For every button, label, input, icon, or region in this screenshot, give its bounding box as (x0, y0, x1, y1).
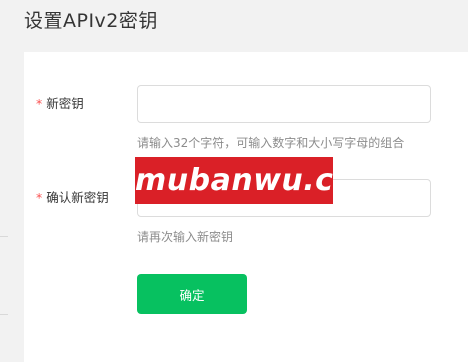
rail-divider (0, 236, 8, 237)
confirm-key-label: * 确认新密钥 (36, 189, 109, 207)
rail-divider (0, 314, 8, 315)
confirm-key-hint: 请再次输入新密钥 (137, 230, 234, 244)
new-key-hint: 请输入32个字符，可输入数字和大小写字母的组合 (137, 136, 405, 150)
confirm-button[interactable]: 确定 (137, 274, 247, 314)
required-mark: * (36, 190, 43, 205)
watermark-banner: mubanwu.cc (135, 157, 333, 204)
confirm-key-label-text: 确认新密钥 (46, 190, 109, 205)
left-rail (0, 52, 10, 362)
watermark-text: mubanwu.cc (135, 163, 333, 198)
new-key-input[interactable] (137, 85, 431, 123)
new-key-label-text: 新密钥 (46, 96, 84, 111)
new-key-label: * 新密钥 (36, 95, 84, 113)
required-mark: * (36, 96, 43, 111)
form-panel: * 新密钥 请输入32个字符，可输入数字和大小写字母的组合 * 确认新密钥 请再次输… (24, 52, 468, 362)
page-title: 设置APIv2密钥 (24, 10, 158, 32)
